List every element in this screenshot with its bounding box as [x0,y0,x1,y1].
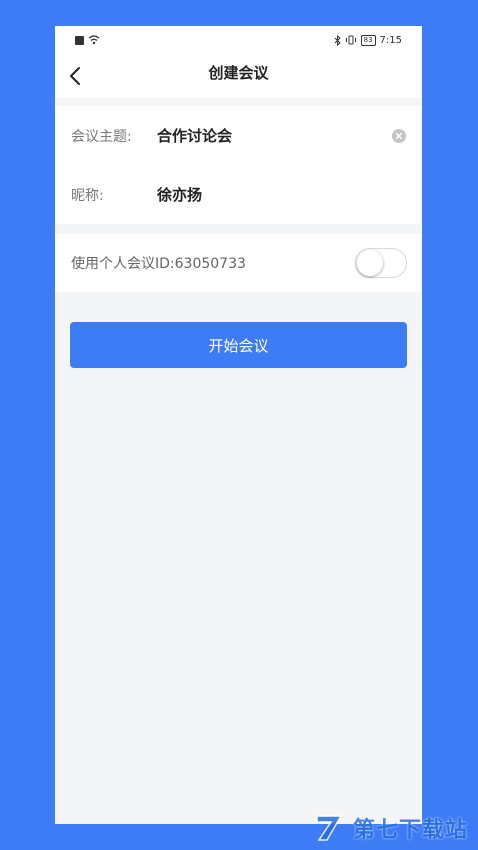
wifi-icon [88,35,100,45]
chevron-left-icon [70,67,80,85]
watermark-logo-icon [316,815,343,841]
nickname-input[interactable]: 徐亦扬 [157,184,202,205]
personal-id-toggle[interactable] [355,248,407,278]
status-time: 7:15 [379,34,402,46]
battery-indicator: 83 [360,34,376,46]
close-icon [395,132,403,139]
nickname-label: 昵称: [71,187,104,204]
meeting-form: 会议主题: 合作讨论会 昵称: 徐亦扬 [55,106,422,224]
start-meeting-button[interactable]: 开始会议 [70,322,407,368]
status-bar-right: 83 7:15 [334,34,402,46]
bluetooth-icon [334,34,341,46]
clear-topic-button[interactable] [392,128,406,143]
topic-label: 会议主题: [71,128,132,145]
personal-id-label: 使用个人会议ID:63050733 [71,256,246,272]
topic-input[interactable]: 合作讨论会 [157,125,232,146]
watermark: 第七下载站 [313,810,468,846]
back-button[interactable] [63,62,87,90]
personal-id-row: 使用个人会议ID:63050733 [55,234,422,292]
status-bar-left [75,35,100,45]
sim-icon [75,35,84,45]
nav-bar: 创建会议 [55,54,422,106]
section-divider [55,224,422,234]
vibrate-icon [345,35,356,45]
topic-row: 会议主题: 合作讨论会 [55,106,422,165]
page-title: 创建会议 [208,63,269,82]
watermark-text: 第七下载站 [352,818,468,843]
phone-screen: 83 7:15 创建会议 会议主题: 合作讨论会 昵称: 徐亦扬 使用个人会议I… [55,26,422,824]
toggle-knob [357,250,383,276]
status-bar: 83 7:15 [55,26,422,54]
nickname-row: 昵称: 徐亦扬 [55,165,422,224]
